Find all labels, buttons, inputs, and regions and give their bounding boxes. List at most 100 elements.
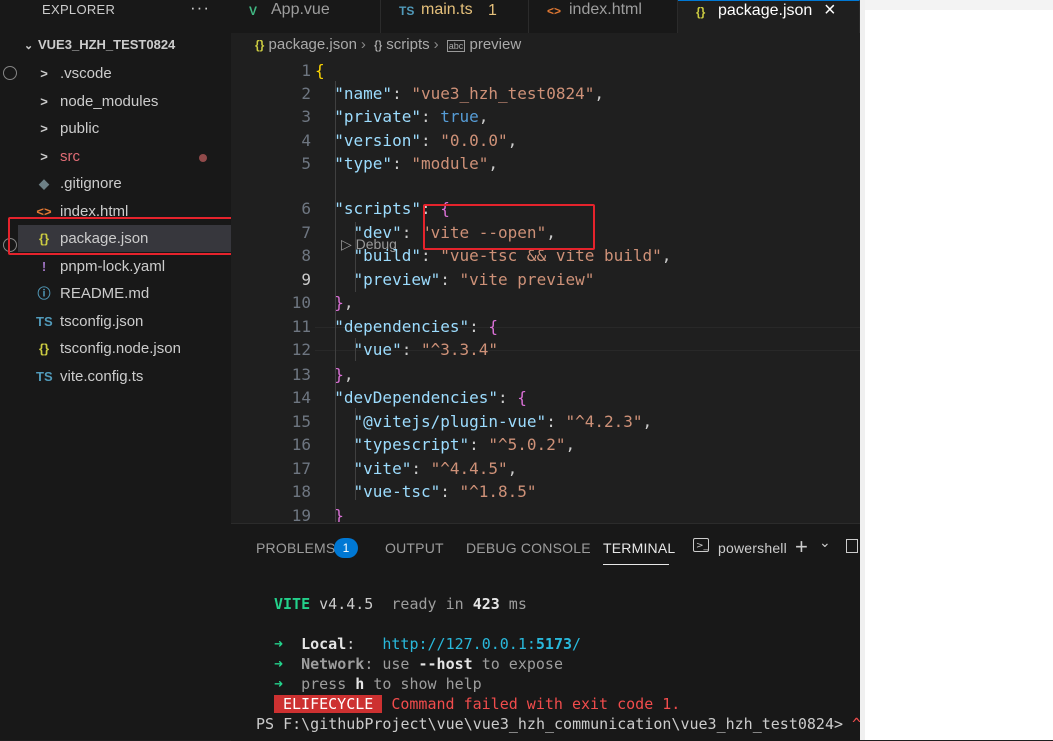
code-text: }: [315, 504, 344, 522]
accounts-icon[interactable]: [3, 66, 17, 80]
file-type-icon: TS: [399, 4, 415, 18]
terminal-line: PS F:\githubProject\vue\vue3_hzh_communi…: [256, 714, 861, 734]
tab-terminal[interactable]: TERMINAL: [603, 540, 675, 556]
code-token: "vue": [353, 340, 402, 359]
code-token: }: [334, 365, 344, 384]
tree-item-label: pnpm-lock.yaml: [60, 257, 166, 275]
code-token: "typescript": [353, 435, 470, 454]
tree-item-src[interactable]: > src: [18, 143, 231, 170]
code-line: 11 "dependencies": {: [231, 315, 860, 338]
tree-item-pnpm-lock-yaml[interactable]: ! pnpm-lock.yaml: [18, 253, 231, 280]
workspace-root[interactable]: ⌄ VUE3_HZH_TEST0824: [24, 37, 175, 52]
code-token: ,: [565, 435, 576, 454]
tree-item-label: src: [60, 147, 80, 165]
editor-tabs: V App.vue TS main.ts 1 <> index.html {} package.…: [231, 0, 860, 33]
tree-item-tsconfig-node-json[interactable]: {} tsconfig.node.json: [18, 335, 231, 362]
tab-label: App.vue: [271, 1, 330, 18]
tab-output[interactable]: OUTPUT: [385, 540, 444, 556]
code-line: 17 "vite": "^4.4.5",: [231, 457, 860, 480]
chevron-right-icon: >: [40, 66, 48, 81]
code-token: :: [411, 459, 431, 478]
line-number: 5: [301, 154, 311, 173]
tree-item-readme-md[interactable]: ⓘ README.md: [18, 280, 231, 307]
code-token: "build": [353, 246, 421, 265]
terminal-text: /: [572, 635, 582, 653]
code-token: "dependencies": [334, 317, 470, 336]
terminal-text: : use: [364, 655, 419, 673]
elifecycle-badge: ELIFECYCLE: [274, 695, 383, 713]
terminal-icon: >_: [693, 538, 709, 552]
new-terminal-button[interactable]: +: [795, 534, 808, 560]
breadcrumb-file[interactable]: package.json: [269, 36, 357, 53]
line-number: 2: [301, 84, 311, 103]
code-token: :: [420, 107, 441, 126]
split-terminal-icon[interactable]: [846, 539, 858, 553]
tree-item-public[interactable]: > public: [18, 115, 231, 142]
line-number: 4: [301, 131, 311, 150]
code-token: :: [469, 317, 489, 336]
line-number: 18: [291, 482, 311, 501]
tab-problems[interactable]: PROBLEMS: [256, 540, 335, 556]
line-number: 11: [291, 317, 311, 336]
breadcrumb-preview[interactable]: preview: [469, 36, 521, 53]
breadcrumb: {} package.json › {} scripts › abc preview: [255, 36, 522, 53]
tree-item--gitignore[interactable]: ◆ .gitignore: [18, 170, 231, 197]
tree-item-label: .vscode: [60, 65, 112, 82]
code-token: {: [488, 317, 499, 336]
tree-item-node-modules[interactable]: > node_modules: [18, 88, 231, 115]
code-token: :: [440, 270, 460, 289]
tree-item-tsconfig-json[interactable]: TS tsconfig.json: [18, 308, 231, 335]
tree-item-label: public: [60, 120, 100, 137]
code-text: {: [315, 59, 325, 82]
code-token: "^4.4.5": [430, 459, 508, 478]
active-tab-indicator: [603, 564, 669, 565]
terminal-text: :: [346, 635, 383, 653]
file-type-icon: ⓘ: [37, 286, 51, 301]
code-editor[interactable]: ▷ Debug 1{2 "name": "vue3_hzh_test0824",…: [231, 58, 860, 522]
tab-package-json[interactable]: {} package.json ×: [678, 0, 860, 33]
code-text: "@vitejs/plugin-vue": "^4.2.3",: [315, 410, 653, 433]
tab-index-html[interactable]: <> index.html: [529, 0, 678, 33]
terminal-shell-name[interactable]: powershell: [718, 540, 787, 556]
chevron-down-icon[interactable]: ⌄: [819, 534, 831, 551]
tab-main-ts[interactable]: TS main.ts 1: [381, 0, 529, 33]
terminal-line: ➜ press h to show help: [274, 674, 482, 694]
tree-item-vite-config-ts[interactable]: TS vite.config.ts: [18, 363, 231, 390]
code-token: "^5.0.2": [488, 435, 566, 454]
explorer-title: EXPLORER: [42, 2, 116, 17]
code-token: "@vitejs/plugin-vue": [353, 412, 547, 431]
tree-item--vscode[interactable]: > .vscode: [18, 60, 231, 87]
code-token: "private": [334, 107, 421, 126]
terminal-line: VITE v4.4.5 ready in 423 ms: [274, 594, 527, 614]
code-text: "vite": "^4.4.5",: [315, 457, 518, 480]
line-number: 9: [301, 270, 311, 289]
code-line: 3 "private": true,: [231, 105, 860, 128]
tab-label: index.html: [569, 1, 642, 18]
line-number: 3: [301, 107, 311, 126]
code-token: ,: [478, 107, 489, 126]
tab-App-vue[interactable]: V App.vue: [231, 0, 381, 33]
breadcrumb-scripts[interactable]: scripts: [386, 36, 429, 53]
code-token: :: [546, 412, 566, 431]
code-token: :: [392, 84, 412, 103]
terminal-text: Network: [301, 655, 365, 673]
file-type-icon: V: [249, 4, 258, 18]
tree-item-label: vite.config.ts: [60, 367, 144, 385]
code-text: },: [315, 291, 353, 314]
tab-debug-console[interactable]: DEBUG CONSOLE: [466, 540, 591, 556]
code-token: "preview": [353, 270, 441, 289]
terminal-text: http://127.0.0.1:: [382, 635, 536, 653]
line-number: 15: [291, 412, 311, 431]
code-token: :: [440, 482, 460, 501]
close-icon[interactable]: ×: [824, 1, 836, 21]
code-token: {: [315, 61, 325, 80]
chevron-right-icon: >: [40, 148, 48, 164]
more-actions-icon[interactable]: ···: [190, 0, 210, 18]
